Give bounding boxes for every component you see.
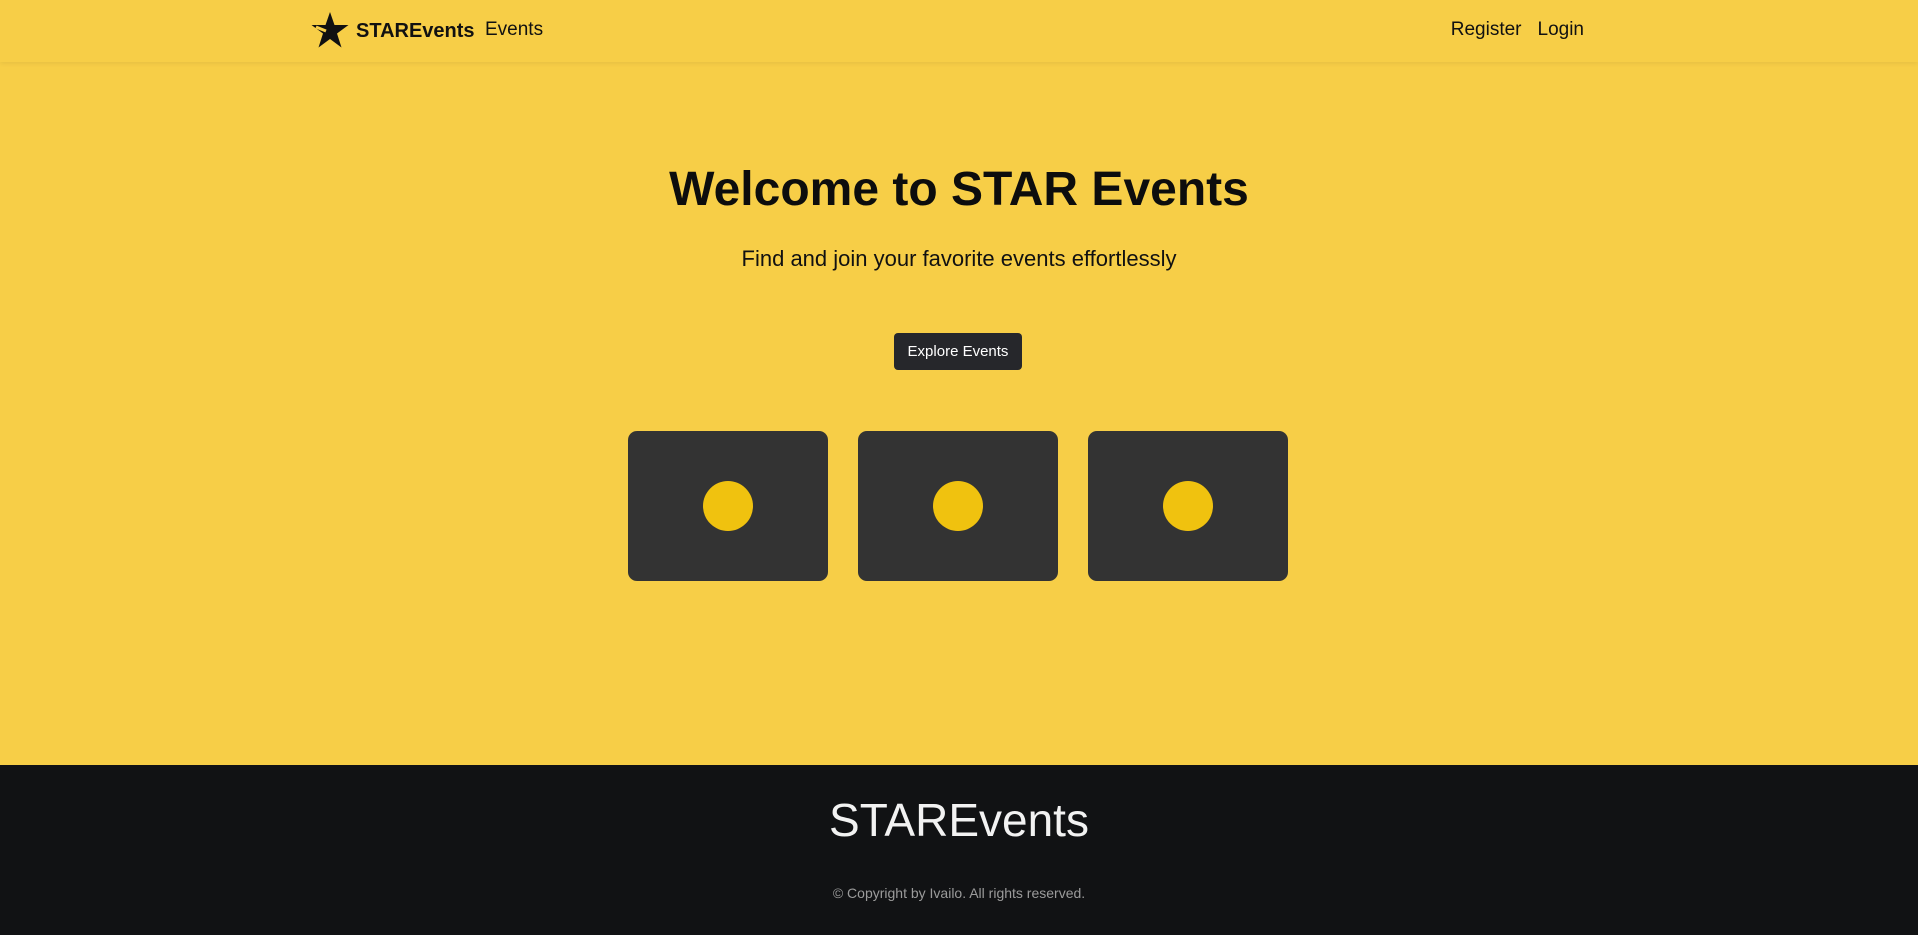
nav-auth-links: Register Login: [1451, 19, 1584, 41]
event-card-3[interactable]: [1088, 431, 1288, 581]
hero-subtitle: Find and join your favorite events effor…: [741, 246, 1177, 271]
navbar: STAREvents Events Register Login: [0, 0, 1918, 62]
nav-link-register[interactable]: Register: [1451, 19, 1522, 41]
star-logo-icon: [311, 12, 349, 48]
event-card-2[interactable]: [858, 431, 1058, 581]
footer-brand: STAREvents: [829, 794, 1089, 846]
circle-placeholder-icon: [1163, 481, 1213, 531]
circle-placeholder-icon: [933, 481, 983, 531]
circle-placeholder-icon: [703, 481, 753, 531]
navbar-container: STAREvents Events Register Login: [310, 0, 1584, 62]
brand-link[interactable]: STAREvents: [310, 8, 475, 54]
footer: STAREvents © Copyright by Ivailo. All ri…: [0, 765, 1918, 935]
nav-link-events[interactable]: Events: [485, 19, 543, 41]
hero-title: Welcome to STAR Events: [669, 163, 1249, 216]
nav-link-login[interactable]: Login: [1538, 19, 1585, 41]
footer-copyright: © Copyright by Ivailo. All rights reserv…: [832, 885, 1086, 901]
brand-name: STAREvents: [356, 19, 475, 42]
explore-events-button[interactable]: Explore Events: [894, 333, 1022, 370]
event-card-1[interactable]: [628, 431, 828, 581]
